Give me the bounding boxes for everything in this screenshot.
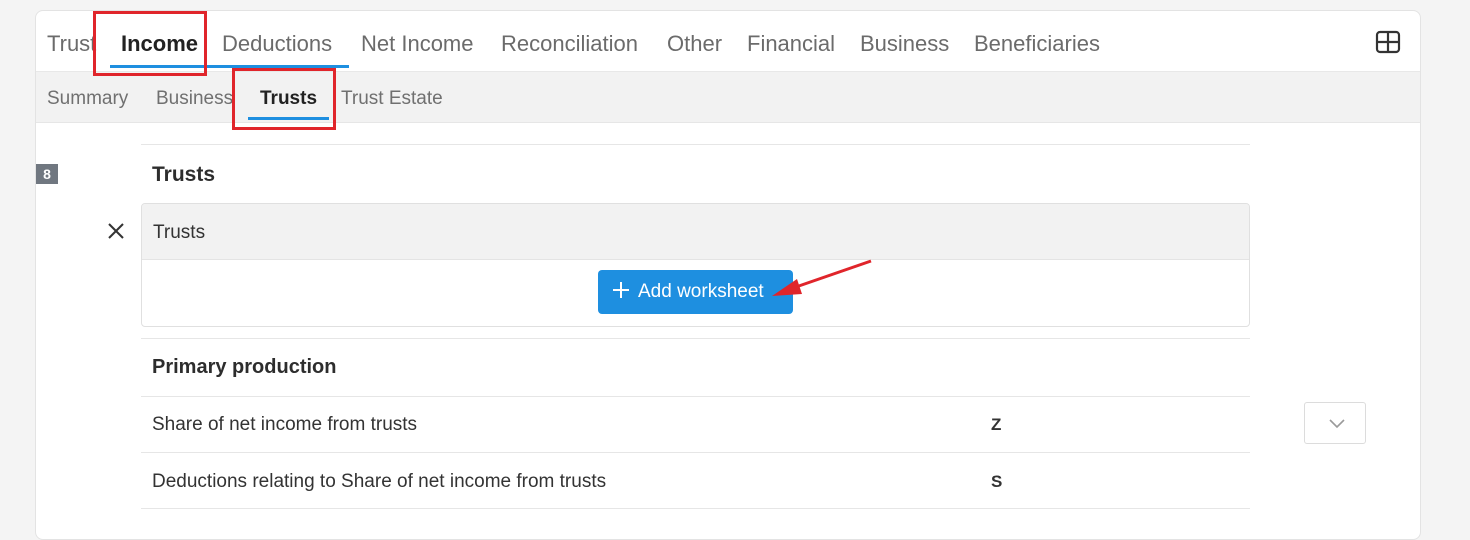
active-tab-indicator (110, 65, 349, 68)
tab-beneficiaries[interactable]: Beneficiaries (974, 31, 1100, 57)
chevron-down-icon (1329, 419, 1345, 429)
row-deductions-label: Deductions relating to Share of net inco… (152, 471, 607, 492)
trusts-worksheet-panel: Trusts Add worksheet (141, 203, 1250, 327)
divider (141, 452, 1250, 453)
divider (141, 508, 1250, 509)
trust-return-card: Trust Income Deductions Net Income Recon… (35, 10, 1421, 540)
divider (141, 144, 1250, 145)
tab-income[interactable]: Income (121, 31, 198, 57)
main-tab-bar: Trust Income Deductions Net Income Recon… (36, 11, 1420, 71)
active-subtab-indicator (248, 117, 329, 120)
row-deductions-code: S (991, 472, 1003, 491)
tab-deductions[interactable]: Deductions (222, 31, 332, 57)
tab-trust[interactable]: Trust (47, 31, 96, 57)
share-net-income-dropdown[interactable] (1304, 402, 1366, 444)
section-number-badge: 8 (36, 164, 58, 184)
section-title: Trusts (152, 163, 216, 186)
subtab-business[interactable]: Business (156, 88, 233, 110)
subtab-trusts[interactable]: Trusts (260, 88, 317, 110)
divider (141, 396, 1250, 397)
grid-layout-icon[interactable] (1375, 30, 1401, 54)
subtab-trust-estate[interactable]: Trust Estate (341, 88, 443, 110)
add-worksheet-button[interactable]: Add worksheet (598, 270, 793, 314)
tab-business[interactable]: Business (860, 31, 949, 57)
divider (141, 338, 1250, 339)
primary-production-title: Primary production (152, 356, 337, 378)
tab-other[interactable]: Other (667, 31, 722, 57)
plus-icon (612, 281, 630, 299)
trusts-panel-label: Trusts (153, 222, 206, 243)
row-share-net-income-code: Z (991, 415, 1002, 434)
add-worksheet-label: Add worksheet (638, 281, 764, 302)
close-icon[interactable] (106, 221, 126, 241)
tab-reconciliation[interactable]: Reconciliation (501, 31, 638, 57)
subtab-summary[interactable]: Summary (47, 88, 128, 110)
tab-net-income[interactable]: Net Income (361, 31, 474, 57)
row-share-net-income-label: Share of net income from trusts (152, 414, 418, 435)
trusts-panel-header: Trusts (142, 204, 1249, 260)
sub-tab-bar: Summary Business Trusts Trust Estate (36, 71, 1420, 123)
tab-financial[interactable]: Financial (747, 31, 835, 57)
